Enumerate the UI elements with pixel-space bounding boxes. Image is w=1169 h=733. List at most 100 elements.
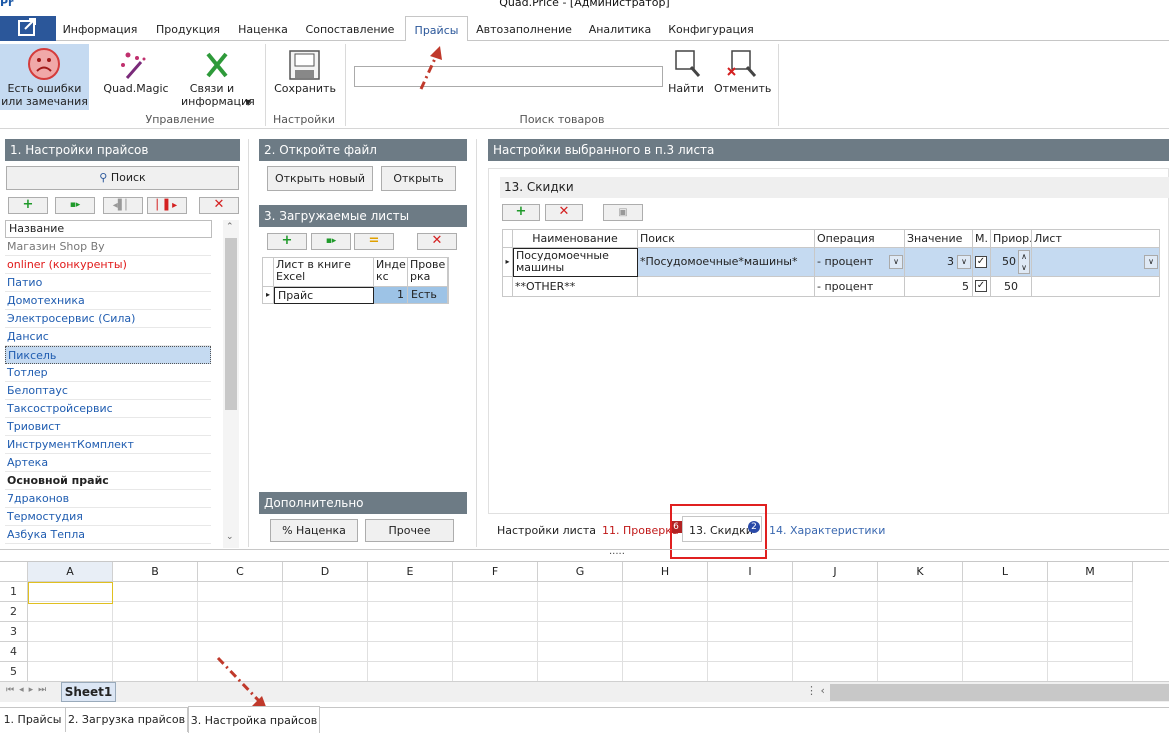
column-header[interactable]: L [963, 562, 1048, 582]
price-list-item[interactable]: ИнструментКомплект [5, 436, 211, 454]
tab-autofill[interactable]: Автозаполнение [472, 20, 576, 41]
grid-cell[interactable] [453, 582, 538, 602]
sheet-check-cell[interactable]: Есть [408, 287, 448, 304]
grid-cell[interactable] [283, 662, 368, 682]
copy-price-button[interactable]: ▪▸ [55, 197, 95, 214]
column-header[interactable]: M [1048, 562, 1133, 582]
col-search[interactable]: Поиск [638, 229, 815, 248]
grid-cell[interactable] [283, 622, 368, 642]
splitter-handle[interactable]: ..... [609, 546, 625, 557]
discount-search-cell[interactable] [638, 277, 815, 297]
grid-cell[interactable] [453, 642, 538, 662]
grid-cell[interactable] [708, 602, 793, 622]
add-discount-button[interactable]: + [502, 204, 540, 221]
price-list-item[interactable]: Тотлер [5, 364, 211, 382]
chevron-down-icon[interactable]: ⌄ [226, 532, 234, 542]
tab-information[interactable]: Информация [60, 20, 140, 41]
price-list-item[interactable]: Триовист [5, 418, 211, 436]
quadmagic-button[interactable]: Quad.Magic [103, 48, 169, 98]
column-header[interactable]: F [453, 562, 538, 582]
grid-cell[interactable] [538, 642, 623, 662]
grid-cell[interactable] [1048, 662, 1133, 682]
grid-cell[interactable] [1048, 582, 1133, 602]
col-value[interactable]: Значение [905, 229, 973, 248]
grid-cell[interactable] [963, 622, 1048, 642]
grid-cell[interactable] [963, 662, 1048, 682]
sheet-tab[interactable]: Sheet1 [61, 682, 116, 702]
grid-cell[interactable] [878, 582, 963, 602]
grid-cell[interactable] [793, 662, 878, 682]
grid-cell[interactable] [368, 582, 453, 602]
grid-cell[interactable] [793, 602, 878, 622]
col-index[interactable]: Инде кс [374, 258, 408, 287]
column-header[interactable]: B [113, 562, 198, 582]
chevron-down-icon[interactable]: ∨ [957, 255, 971, 269]
bottom-tab-price-settings[interactable]: 3. Настройка прайсов [188, 706, 320, 733]
file-menu-button[interactable] [0, 16, 56, 41]
discount-sheet-dropdown[interactable]: ∨ [1032, 248, 1160, 277]
markup-button[interactable]: % Наценка [270, 519, 358, 542]
grid-cell[interactable] [878, 602, 963, 622]
column-header[interactable]: K [878, 562, 963, 582]
grid-cell[interactable] [1048, 602, 1133, 622]
grid-cell[interactable] [793, 642, 878, 662]
cancel-search-button[interactable]: Отменить [714, 48, 771, 98]
col-sheet-name[interactable]: Лист в книге Excel [274, 258, 374, 287]
hscroll-grip-icon[interactable]: ⋮ ‹ [806, 684, 825, 697]
col-check[interactable]: Прове рка [408, 258, 448, 287]
save-discount-button[interactable]: ▣ [603, 204, 643, 221]
grid-cell[interactable] [708, 622, 793, 642]
grid-cell[interactable] [198, 622, 283, 642]
discount-name-cell[interactable]: **OTHER** [513, 277, 638, 297]
grid-cell[interactable] [623, 622, 708, 642]
tab-check[interactable]: 11. Проверка [602, 524, 679, 537]
grid-cell[interactable] [538, 662, 623, 682]
grid-cell[interactable] [538, 602, 623, 622]
tab-sheet-settings[interactable]: Настройки листа [497, 524, 596, 537]
discount-operation-dropdown[interactable]: - процент ∨ [815, 248, 905, 277]
tab-products[interactable]: Продукция [147, 20, 229, 41]
grid-cell[interactable] [283, 582, 368, 602]
grid-cell[interactable] [623, 662, 708, 682]
grid-cell[interactable] [283, 642, 368, 662]
open-new-file-button[interactable]: Открыть новый [267, 166, 373, 191]
price-list-item[interactable]: Артека [5, 454, 211, 472]
grid-cell[interactable] [878, 662, 963, 682]
column-header[interactable]: C [198, 562, 283, 582]
grid-cell[interactable] [793, 622, 878, 642]
discount-value-cell[interactable]: 5 [905, 277, 973, 297]
horizontal-scrollbar[interactable] [830, 684, 1169, 701]
grid-cell[interactable] [708, 662, 793, 682]
column-header[interactable]: I [708, 562, 793, 582]
grid-cell[interactable] [113, 582, 198, 602]
sheet-name-cell[interactable]: Прайс [274, 287, 374, 304]
price-list-item[interactable]: onliner (конкуренты) [5, 256, 211, 274]
price-list-item[interactable]: Белоптаус [5, 382, 211, 400]
grid-cell[interactable] [963, 602, 1048, 622]
grid-cell[interactable] [113, 602, 198, 622]
col-sheet[interactable]: Лист [1032, 229, 1160, 248]
other-button[interactable]: Прочее [365, 519, 454, 542]
grid-cell[interactable] [283, 602, 368, 622]
add-price-button[interactable]: + [8, 197, 48, 214]
price-list-scrollbar[interactable]: ⌃ ⌄ [223, 220, 239, 548]
equal-button[interactable]: = [354, 233, 394, 250]
price-list-item[interactable]: 7драконов [5, 490, 211, 508]
grid-cell[interactable] [28, 662, 113, 682]
add-sheet-button[interactable]: + [267, 233, 307, 250]
grid-cell[interactable] [708, 582, 793, 602]
grid-cell[interactable] [198, 582, 283, 602]
discount-m-checkbox[interactable]: ✓ [973, 248, 991, 277]
price-list-item[interactable]: Азбука Тепла [5, 526, 211, 544]
column-header[interactable]: A [28, 562, 113, 582]
price-list-column-header[interactable]: Название [5, 220, 212, 238]
grid-cell[interactable] [538, 622, 623, 642]
tab-configuration[interactable]: Конфигурация [664, 20, 758, 41]
discount-operation-cell[interactable]: - процент [815, 277, 905, 297]
sheet-nav-arrows-icon[interactable]: ⏮◂▸⏭ [6, 685, 51, 695]
discount-m-checkbox[interactable]: ✓ [973, 277, 991, 297]
grid-cell[interactable] [368, 602, 453, 622]
active-cell-a1[interactable] [28, 582, 113, 604]
grid-cell[interactable] [963, 642, 1048, 662]
grid-cell[interactable] [28, 642, 113, 662]
